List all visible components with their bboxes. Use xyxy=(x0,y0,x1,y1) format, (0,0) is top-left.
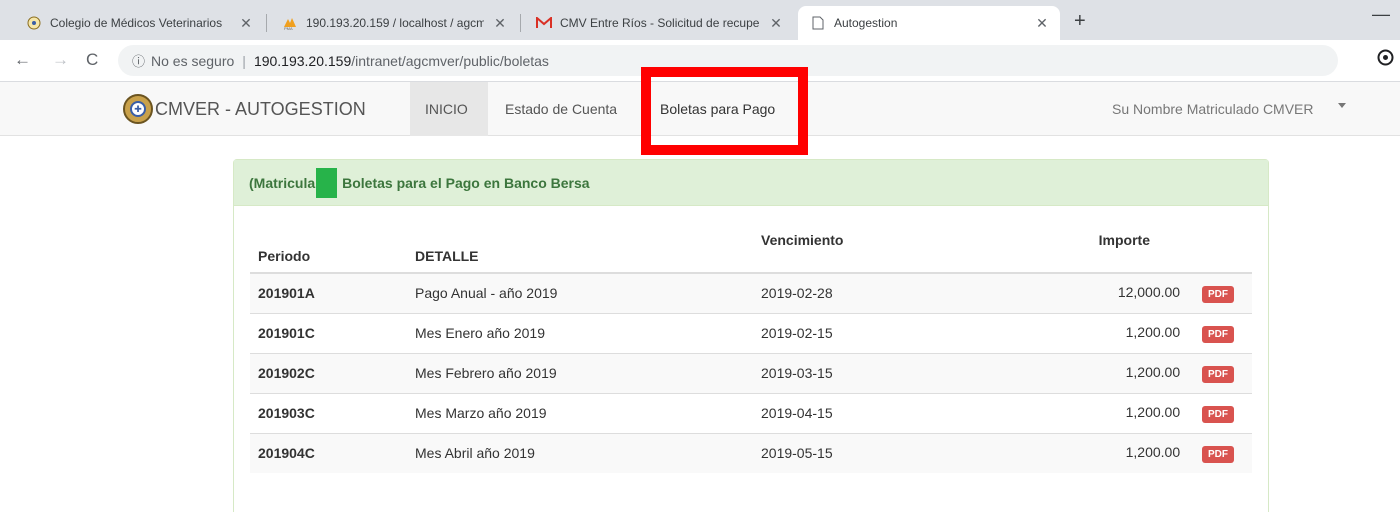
cell-importe: 12,000.00 PDF xyxy=(1003,272,1252,313)
browser-tab-title: Colegio de Médicos Veterinarios xyxy=(50,16,223,30)
close-icon[interactable]: ✕ xyxy=(492,15,508,32)
back-icon[interactable]: ← xyxy=(14,50,31,70)
col-detalle: DETALLE xyxy=(407,224,753,274)
table-row: 201903C Mes Marzo año 2019 2019-04-15 1,… xyxy=(250,392,1252,433)
pdf-button[interactable]: PDF xyxy=(1202,285,1234,303)
gmail-icon xyxy=(536,15,552,31)
pdf-button[interactable]: PDF xyxy=(1202,445,1234,463)
browser-tab-title: Autogestion xyxy=(834,16,898,30)
cell-detalle: Mes Abril año 2019 xyxy=(407,432,753,473)
reload-icon[interactable]: C xyxy=(86,50,98,70)
cell-vencimiento: 2019-05-15 xyxy=(753,432,1003,473)
col-vencimiento: Vencimiento xyxy=(753,224,1003,274)
browser-tab-title: CMV Entre Ríos - Solicitud de recupero xyxy=(560,16,760,30)
cell-periodo: 201902C xyxy=(250,352,407,393)
importe-value: 1,200.00 xyxy=(1125,403,1181,420)
browser-tab[interactable]: PMA 190.193.20.159 / localhost / agcmver… xyxy=(270,6,518,40)
cell-importe: 1,200.00 PDF xyxy=(1003,432,1252,473)
brand-link[interactable]: ✚ CMVER - AUTOGESTION xyxy=(123,82,366,136)
table-row: 201901A Pago Anual - año 2019 2019-02-28… xyxy=(250,272,1252,313)
table-row: 201904C Mes Abril año 2019 2019-05-15 1,… xyxy=(250,432,1252,473)
importe-value: 1,200.00 xyxy=(1125,323,1181,340)
close-icon[interactable]: ✕ xyxy=(768,15,784,32)
close-icon[interactable]: ✕ xyxy=(238,15,254,32)
cell-vencimiento: 2019-02-15 xyxy=(753,312,1003,353)
cell-detalle: Pago Anual - año 2019 xyxy=(407,272,753,313)
brand-text: CMVER - AUTOGESTION xyxy=(155,98,366,119)
cell-periodo: 201901C xyxy=(250,312,407,353)
tab-divider xyxy=(520,14,521,32)
importe-value: 1,200.00 xyxy=(1125,443,1181,460)
tab-divider xyxy=(266,14,267,32)
logo-icon: ✚ xyxy=(123,94,153,124)
user-menu[interactable]: Su Nombre Matriculado CMVER xyxy=(1112,82,1314,136)
info-icon[interactable]: ⓘ xyxy=(132,51,145,70)
cell-importe: 1,200.00 PDF xyxy=(1003,312,1252,353)
address-host: 190.193.20.159 xyxy=(253,52,352,69)
browser-tab[interactable]: CMV Entre Ríos - Solicitud de recupero ✕ xyxy=(524,6,794,40)
cell-detalle: Mes Enero año 2019 xyxy=(407,312,753,353)
pma-icon: PMA xyxy=(282,15,298,31)
importe-value: 12,000.00 xyxy=(1117,283,1181,300)
cell-detalle: Mes Marzo año 2019 xyxy=(407,392,753,433)
extension-icon[interactable] xyxy=(1377,49,1394,71)
highlight-annotation xyxy=(641,67,808,155)
cell-periodo: 201904C xyxy=(250,432,407,473)
boletas-table: Periodo DETALLE Vencimiento Importe 2019… xyxy=(250,224,1252,473)
browser-tab[interactable]: Colegio de Médicos Veterinarios ✕ xyxy=(14,6,264,40)
close-icon[interactable]: ✕ xyxy=(1034,15,1050,32)
cell-importe: 1,200.00 PDF xyxy=(1003,392,1252,433)
redacted-block xyxy=(316,167,338,198)
address-divider: | xyxy=(242,52,246,69)
cell-vencimiento: 2019-02-28 xyxy=(753,272,1003,313)
cell-detalle: Mes Febrero año 2019 xyxy=(407,352,753,393)
cell-importe: 1,200.00 PDF xyxy=(1003,352,1252,393)
svg-text:PMA: PMA xyxy=(284,26,293,30)
cell-vencimiento: 2019-03-15 xyxy=(753,352,1003,393)
table-header-row: Periodo DETALLE Vencimiento Importe xyxy=(250,224,1252,274)
pdf-button[interactable]: PDF xyxy=(1202,365,1234,383)
security-label: No es seguro xyxy=(151,52,235,69)
shield-icon xyxy=(26,15,42,31)
importe-value: 1,200.00 xyxy=(1125,363,1181,380)
cell-periodo: 201903C xyxy=(250,392,407,433)
minimize-icon[interactable]: — xyxy=(1372,4,1390,25)
panel-title: Boletas para el Pago en Banco Bersa xyxy=(342,174,590,191)
table-row: 201901C Mes Enero año 2019 2019-02-15 1,… xyxy=(250,312,1252,353)
forward-icon[interactable]: → xyxy=(52,50,69,70)
nav-item-inicio[interactable]: INICIO xyxy=(410,82,488,136)
caret-down-icon[interactable] xyxy=(1338,103,1346,108)
boletas-panel: (Matricula Boletas para el Pago en Banco… xyxy=(233,159,1269,512)
pdf-button[interactable]: PDF xyxy=(1202,325,1234,343)
cell-vencimiento: 2019-04-15 xyxy=(753,392,1003,433)
pdf-button[interactable]: PDF xyxy=(1202,405,1234,423)
panel-heading: (Matricula Boletas para el Pago en Banco… xyxy=(234,160,1268,206)
col-importe: Importe xyxy=(1003,224,1252,274)
col-periodo: Periodo xyxy=(250,224,407,274)
matricula-prefix: (Matricula xyxy=(249,174,316,191)
browser-tab-active[interactable]: Autogestion ✕ xyxy=(798,6,1060,40)
nav-item-estado-de-cuenta[interactable]: Estado de Cuenta xyxy=(490,82,632,136)
browser-tab-title: 190.193.20.159 / localhost / agcmver xyxy=(306,16,484,30)
new-tab-icon[interactable]: + xyxy=(1074,10,1086,33)
table-row: 201902C Mes Febrero año 2019 2019-03-15 … xyxy=(250,352,1252,393)
page-icon xyxy=(810,15,826,31)
address-path: /intranet/agcmver/public/boletas xyxy=(351,52,549,69)
browser-tab-strip: Colegio de Médicos Veterinarios ✕ PMA 19… xyxy=(0,0,1400,40)
cell-periodo: 201901A xyxy=(250,272,407,313)
